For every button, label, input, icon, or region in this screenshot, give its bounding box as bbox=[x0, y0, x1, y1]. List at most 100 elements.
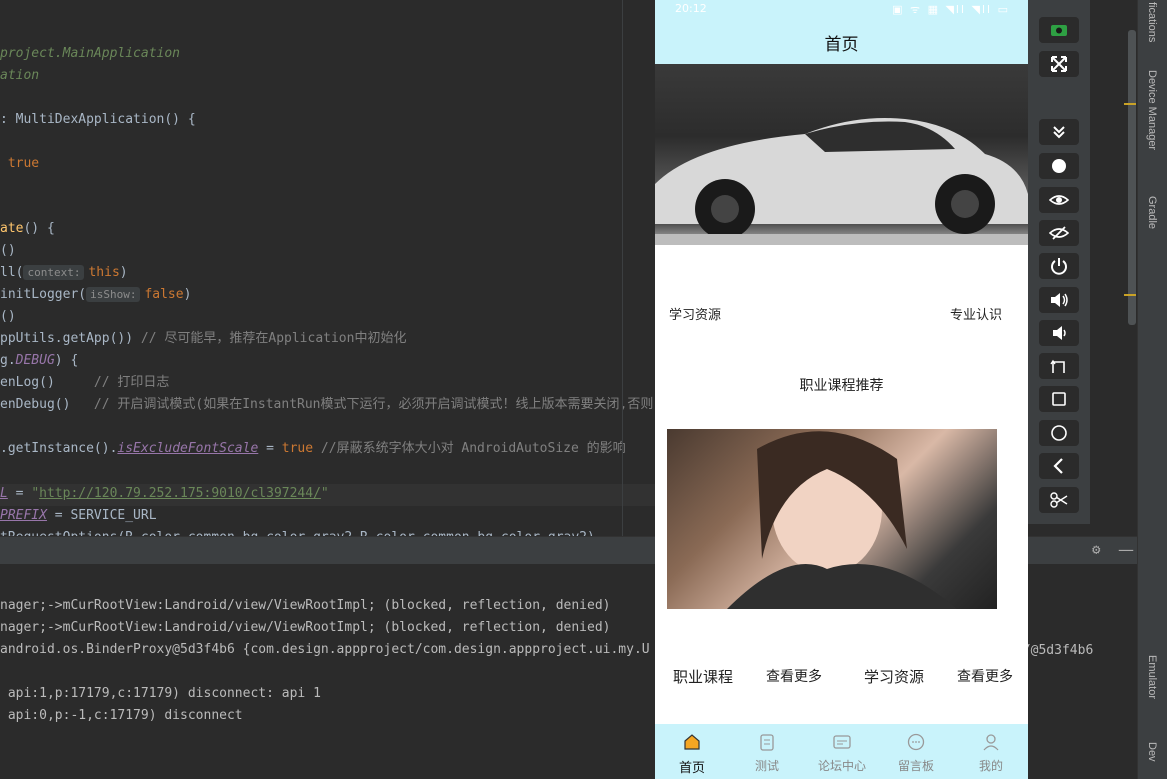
home-button[interactable] bbox=[1039, 420, 1079, 446]
bottom-tab-bar: 首页 测试 论坛中心 留言板 我的 bbox=[655, 724, 1028, 779]
tab-me[interactable]: 我的 bbox=[954, 724, 1028, 779]
code-line: project.MainApplication bbox=[0, 43, 180, 65]
code-line: .getInstance().isExcludeFontScale = true… bbox=[0, 438, 626, 460]
back-button[interactable] bbox=[1039, 453, 1079, 479]
status-icons: ▣ ᯤ ▦ ◥ll ◥ll ▭ bbox=[892, 3, 1010, 16]
course-photo[interactable] bbox=[667, 429, 997, 609]
link-major-intro[interactable]: 专业认识 bbox=[950, 304, 1002, 323]
code-token: () { bbox=[23, 221, 55, 236]
code-token: initLogger( bbox=[0, 287, 87, 302]
status-bar: 20:12 ▣ ᯤ ▦ ◥ll ◥ll ▭ bbox=[655, 0, 1028, 18]
code-token: true bbox=[281, 441, 314, 456]
forum-icon bbox=[833, 735, 851, 749]
code-token: " bbox=[320, 486, 329, 501]
link-career-courses[interactable]: 职业课程 bbox=[673, 666, 733, 687]
tab-label: 论坛中心 bbox=[817, 759, 866, 773]
tool-emulator[interactable]: Emulator bbox=[1146, 655, 1158, 699]
code-token: enLog() bbox=[0, 375, 94, 390]
emulator-toolbar bbox=[1028, 0, 1090, 524]
code-token: ppUtils.getApp()) bbox=[0, 331, 141, 346]
power-button[interactable] bbox=[1039, 253, 1079, 279]
double-chevron-down-icon bbox=[1053, 126, 1065, 139]
snapshot-button[interactable] bbox=[1039, 17, 1079, 43]
status-time: 20:12 bbox=[675, 2, 707, 15]
fullscreen-button[interactable] bbox=[1039, 51, 1079, 77]
record-icon bbox=[1052, 159, 1066, 173]
document-icon bbox=[760, 734, 774, 751]
code-line: () bbox=[0, 306, 16, 328]
code-line: tRequestOptions(R.color.common_bg_color_… bbox=[0, 527, 595, 536]
code-line: () bbox=[0, 240, 16, 262]
emulator-screen[interactable]: 20:12 ▣ ᯤ ▦ ◥ll ◥ll ▭ 首页 学习资源 专业认识 职业课程推… bbox=[655, 0, 1028, 779]
tool-gradle[interactable]: Gradle bbox=[1146, 196, 1158, 229]
code-token: ) { bbox=[54, 353, 79, 368]
code-token: ate bbox=[0, 221, 24, 236]
rotate-button[interactable] bbox=[1039, 353, 1079, 379]
screenshot-button[interactable] bbox=[1039, 487, 1079, 513]
link-learning-resources-2[interactable]: 学习资源 bbox=[864, 666, 924, 687]
code-token: ) bbox=[183, 287, 192, 302]
code-token: PREFIX bbox=[0, 508, 47, 523]
tab-test[interactable]: 测试 bbox=[730, 724, 804, 779]
code-token: true bbox=[0, 156, 40, 171]
volume-down-icon bbox=[1053, 326, 1066, 340]
overview-button[interactable] bbox=[1039, 386, 1079, 412]
link-learning-resources[interactable]: 学习资源 bbox=[669, 304, 721, 323]
page-title: 首页 bbox=[824, 35, 859, 55]
code-line: enLog() // 打印日志 bbox=[0, 372, 169, 394]
code-line: initLogger(isShow: false) bbox=[0, 284, 191, 306]
code-token: // 尽可能早，推荐在Application中初始化 bbox=[140, 331, 407, 346]
tool-dev[interactable]: Dev bbox=[1146, 742, 1158, 762]
chevron-left-icon bbox=[1053, 458, 1063, 474]
parameter-hint: context: bbox=[23, 265, 85, 280]
tab-label: 首页 bbox=[678, 761, 705, 776]
code-token: // 开启调试模式(如果在InstantRun模式下运行，必须开启调试模式！线上… bbox=[93, 397, 654, 412]
code-line: L = "http://120.79.252.175:9010/cl397244… bbox=[0, 483, 329, 505]
volume-down-button[interactable] bbox=[1039, 320, 1079, 346]
link-more-resources[interactable]: 查看更多 bbox=[957, 666, 1013, 686]
record-button[interactable] bbox=[1039, 153, 1079, 179]
code-line: ation bbox=[0, 65, 39, 87]
code-token: ) bbox=[119, 265, 128, 280]
code-token: isExcludeFontScale bbox=[117, 441, 259, 456]
tab-forum[interactable]: 论坛中心 bbox=[805, 724, 879, 779]
code-token: ll( bbox=[0, 265, 24, 280]
code-line: PREFIX = SERVICE_URL bbox=[0, 505, 157, 527]
code-line: true bbox=[0, 153, 39, 175]
code-token: L bbox=[0, 486, 8, 501]
code-line: ate() { bbox=[0, 218, 55, 240]
collapse-button[interactable] bbox=[1039, 119, 1079, 145]
code-line: enDebug() // 开启调试模式(如果在InstantRun模式下运行，必… bbox=[0, 394, 653, 416]
car-banner-image[interactable] bbox=[655, 64, 1028, 245]
minimize-icon[interactable]: — bbox=[1118, 540, 1134, 559]
show-button[interactable] bbox=[1039, 187, 1079, 213]
tab-label: 留言板 bbox=[897, 759, 934, 773]
code-token: = SERVICE_URL bbox=[46, 508, 157, 523]
code-token: g. bbox=[0, 353, 16, 368]
tab-message-board[interactable]: 留言板 bbox=[879, 724, 953, 779]
scissors-icon bbox=[1050, 492, 1068, 508]
editor-scrollbar[interactable] bbox=[1128, 30, 1136, 325]
home-icon bbox=[684, 734, 700, 750]
log-line: api:1,p:17179,c:17179) disconnect: api 1 bbox=[0, 686, 321, 701]
chat-icon bbox=[907, 733, 925, 751]
tool-notifications[interactable]: fications bbox=[1146, 2, 1158, 42]
circle-icon bbox=[1051, 425, 1067, 441]
code-editor[interactable]: project.MainApplication ation : MultiDexAp… bbox=[0, 0, 655, 536]
code-token: false bbox=[144, 287, 184, 302]
code-token: .getInstance(). bbox=[0, 441, 118, 456]
code-token: this bbox=[88, 265, 120, 280]
tool-device-manager[interactable]: Device Manager bbox=[1146, 70, 1158, 150]
car-illustration bbox=[655, 118, 1028, 245]
right-tool-strip: fications Device Manager Gradle Emulator… bbox=[1137, 0, 1167, 779]
volume-up-button[interactable] bbox=[1039, 287, 1079, 313]
code-token: : MultiDexApplication() { bbox=[0, 112, 196, 127]
right-margin-guide bbox=[622, 0, 623, 536]
hide-button[interactable] bbox=[1039, 220, 1079, 246]
gear-icon[interactable]: ⚙ bbox=[1092, 542, 1100, 558]
log-line: api:0,p:-1,c:17179) disconnect bbox=[0, 708, 243, 723]
code-token: DEBUG bbox=[15, 353, 55, 368]
tab-home[interactable]: 首页 bbox=[655, 724, 729, 779]
link-more-courses[interactable]: 查看更多 bbox=[766, 666, 822, 686]
eye-off-icon bbox=[1049, 226, 1069, 240]
